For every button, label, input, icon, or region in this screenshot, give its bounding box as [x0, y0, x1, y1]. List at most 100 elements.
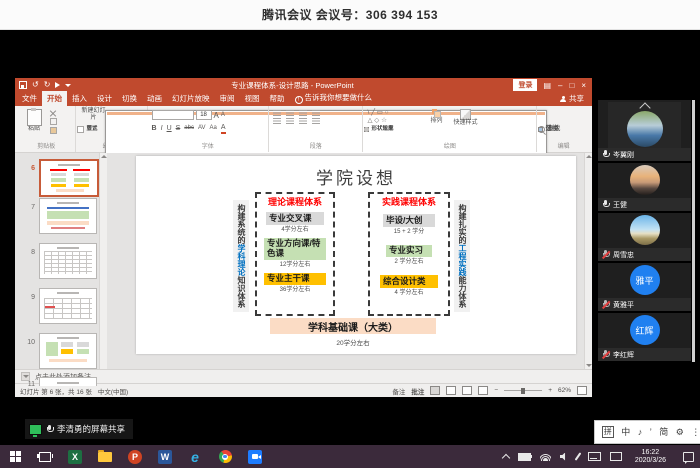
ime-punctuation-icon[interactable]: ’ [650, 427, 652, 437]
columns-icon[interactable] [312, 118, 320, 124]
touch-keyboard-icon[interactable] [588, 452, 601, 461]
ime-mode-chinese[interactable]: 中 [621, 427, 630, 437]
save-icon[interactable] [19, 81, 27, 89]
taskbar-powerpoint[interactable]: P [120, 445, 150, 468]
tab-home[interactable]: 开始 [42, 91, 67, 106]
slide[interactable]: 学院设想 构建系统的学科理论知识体系 理论课程体系 专业交叉课 4学分左右 专业… [136, 156, 576, 354]
scroll-down-icon[interactable] [586, 364, 592, 367]
notes-bar[interactable]: 点击此处添加备注 [15, 369, 592, 383]
abc-icon[interactable]: abc [184, 124, 194, 133]
tell-me-search[interactable]: !告诉我你想要做什么 [290, 90, 378, 106]
task-view-button[interactable] [30, 445, 60, 468]
participant-tile[interactable]: 红辉 李红辉 [598, 313, 691, 361]
indent-increase-icon[interactable] [312, 110, 320, 116]
format-painter-icon[interactable] [50, 127, 57, 134]
select-button[interactable]: 选择 [538, 107, 589, 151]
numbering-icon[interactable] [286, 110, 294, 116]
line-spacing-icon[interactable] [299, 118, 307, 124]
notes-collapse-icon[interactable] [21, 372, 30, 381]
ime-logo-icon[interactable]: 拼 [602, 426, 614, 438]
maximize-button[interactable]: □ [569, 81, 574, 90]
tab-insert[interactable]: 插入 [67, 91, 92, 106]
section-button[interactable]: 节 [77, 107, 145, 151]
zoom-level[interactable]: 62% [558, 387, 571, 394]
char-spacing-icon[interactable]: AV [198, 124, 206, 133]
copy-icon[interactable] [50, 118, 57, 125]
slide-thumbnail-6[interactable] [39, 159, 99, 197]
start-slideshow-icon[interactable] [55, 82, 60, 88]
taskbar-chrome[interactable] [210, 445, 240, 468]
change-case-icon[interactable]: Aa [210, 124, 217, 133]
font-color-icon[interactable]: A [221, 123, 226, 134]
participant-tile[interactable]: 岑翼刚 [598, 100, 691, 161]
ribbon-options-icon[interactable]: ▤ [543, 81, 551, 90]
underline-button[interactable]: U [167, 124, 172, 133]
scroll-up-icon[interactable] [101, 155, 107, 158]
taskbar-excel[interactable]: X [60, 445, 90, 468]
hidden-icons-chevron-icon[interactable] [503, 453, 509, 461]
slide-thumbnail-11[interactable] [39, 377, 97, 386]
taskbar-tencent-meeting[interactable] [240, 445, 270, 468]
battery-icon[interactable] [518, 453, 531, 461]
ime-toolbar[interactable]: 拼 中 ♪ ’ 简 ⚙ ⋮ [594, 420, 700, 444]
action-center-icon[interactable] [683, 452, 694, 462]
slide-thumbnail-7[interactable] [39, 198, 97, 234]
ime-fullwidth-icon[interactable]: ♪ [638, 427, 643, 437]
tab-help[interactable]: 帮助 [265, 91, 290, 106]
slide-sorter-view-icon[interactable] [446, 386, 456, 395]
ime-simplified-icon[interactable]: 简 [659, 427, 668, 437]
volume-icon[interactable] [560, 453, 568, 461]
ppt-share-button[interactable]: 共享 [554, 91, 590, 106]
redo-icon[interactable]: ↻ [44, 81, 51, 89]
italic-button[interactable]: I [161, 124, 163, 133]
shape-effects-button[interactable]: 形状效果 [364, 107, 535, 151]
start-button[interactable] [0, 445, 30, 468]
wifi-icon[interactable] [540, 453, 551, 461]
font-name-input[interactable] [152, 110, 194, 120]
taskbar-word[interactable]: W [150, 445, 180, 468]
reading-view-icon[interactable] [462, 386, 472, 395]
strikethrough-button[interactable]: S [176, 124, 181, 133]
ime-settings-gear-icon[interactable]: ⚙ [676, 427, 684, 437]
slide-thumbnail-8[interactable] [39, 243, 97, 279]
sidebar-scrollbar[interactable] [692, 100, 695, 362]
bold-button[interactable]: B [152, 124, 157, 133]
tab-file[interactable]: 文件 [17, 91, 42, 106]
slideshow-view-icon[interactable] [478, 386, 488, 395]
taskbar-internet-explorer[interactable]: e [180, 445, 210, 468]
close-button[interactable]: × [581, 81, 586, 90]
tab-view[interactable]: 视图 [240, 91, 265, 106]
notes-toggle[interactable]: 备注 [392, 386, 405, 396]
language-indicator[interactable]: 中文(中国) [98, 386, 128, 396]
participant-tile[interactable]: 王健 [598, 163, 691, 211]
slide-scrollbar[interactable] [584, 153, 592, 369]
font-size-input[interactable]: 18 [196, 110, 212, 120]
tab-review[interactable]: 审阅 [215, 91, 240, 106]
tab-slideshow[interactable]: 幻灯片放映 [167, 91, 215, 106]
taskbar-clock[interactable]: 16:22 2020/3/26 [631, 449, 670, 465]
ime-more-icon[interactable]: ⋮ [691, 427, 700, 437]
tab-animations[interactable]: 动画 [142, 91, 167, 106]
tab-transitions[interactable]: 切换 [117, 91, 142, 106]
normal-view-icon[interactable] [430, 386, 440, 395]
taskbar-file-explorer[interactable] [90, 445, 120, 468]
cut-icon[interactable] [50, 110, 56, 116]
align-left-icon[interactable] [273, 118, 281, 124]
zoom-out-icon[interactable]: − [494, 387, 498, 394]
slide-thumbnail-10[interactable] [39, 333, 97, 369]
touchpad-icon[interactable] [610, 452, 622, 461]
shrink-font-icon[interactable]: A [221, 111, 225, 120]
fit-to-window-icon[interactable] [577, 386, 587, 395]
zoom-slider[interactable] [504, 390, 542, 391]
slide-thumbnail-9[interactable] [39, 288, 97, 324]
scroll-up-icon[interactable] [586, 155, 592, 158]
grow-font-icon[interactable]: A [214, 111, 219, 120]
minimize-button[interactable]: – [558, 81, 562, 90]
thumbnail-scrollbar[interactable] [99, 153, 107, 369]
paste-button[interactable]: 粘贴 [21, 108, 47, 144]
indent-decrease-icon[interactable] [299, 110, 307, 116]
zoom-in-icon[interactable]: + [548, 387, 552, 394]
tab-design[interactable]: 设计 [92, 91, 117, 106]
bullets-icon[interactable] [273, 110, 281, 116]
login-button[interactable]: 登录 [513, 79, 537, 91]
